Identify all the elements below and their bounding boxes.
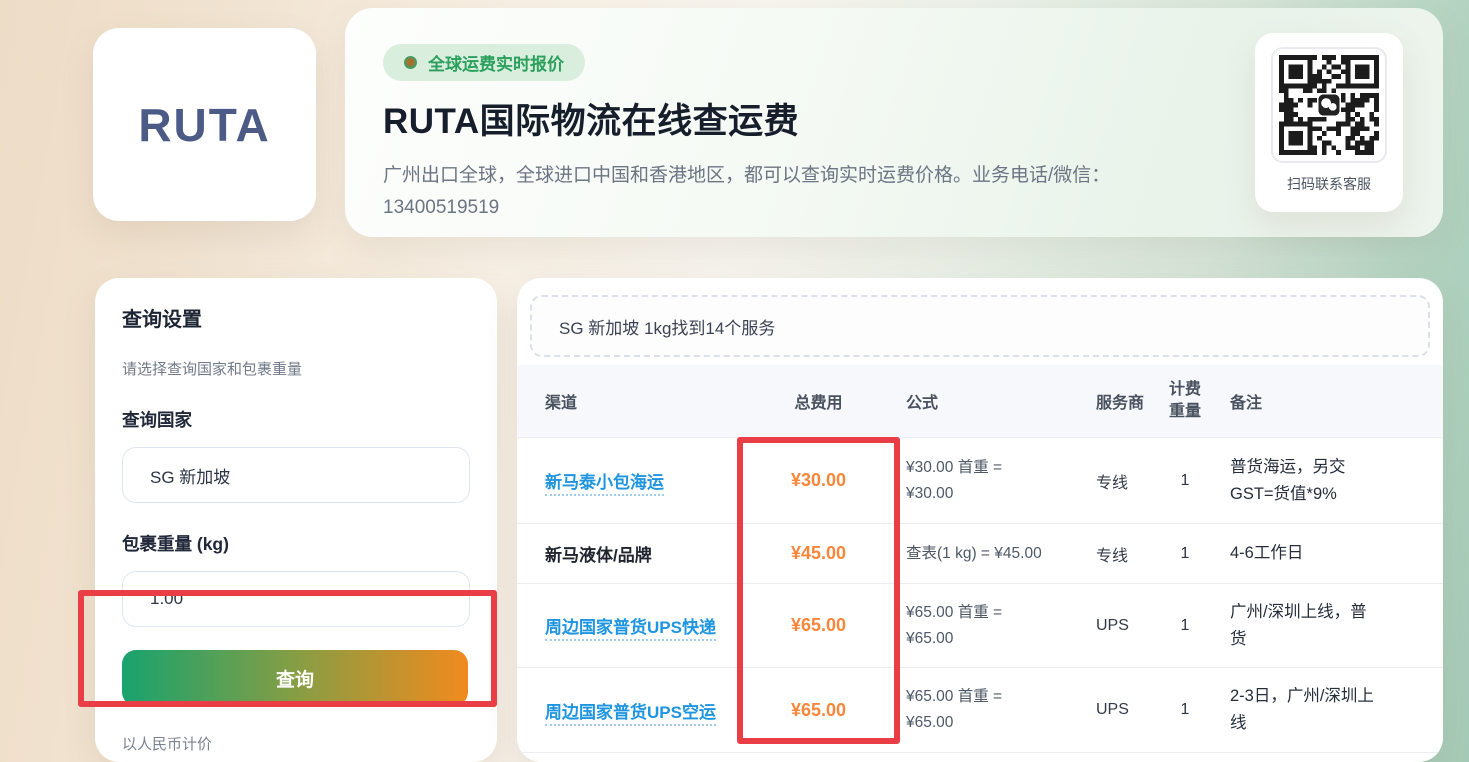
table-header: 渠道 总费用 公式 服务商 计费 重量 备注 [517,365,1443,437]
header-cell-channel: 渠道 [545,389,737,413]
weight-cell: 1 [1156,543,1214,565]
qr-code [1271,47,1387,163]
query-button[interactable]: 查询 [122,650,468,706]
page-title: RUTA国际物流在线查运费 [383,93,1405,144]
ruta-logo: RUTA [138,98,270,152]
header-cell-formula: 公式 [906,389,1086,413]
provider-cell: UPS [1096,701,1156,719]
qr-caption: 扫码联系客服 [1271,174,1387,194]
weight-cell: 1 [1156,470,1214,492]
header-cell-note: 备注 [1230,389,1415,413]
currency-note: 以人民币计价 [122,733,470,754]
wechat-icon [1319,95,1340,116]
formula-cell: ¥65.00 首重 = ¥65.00 [906,600,1086,652]
header-cell-provider: 服务商 [1096,389,1156,413]
qr-card: 扫码联系客服 [1255,33,1403,212]
status-dot-icon [404,56,417,69]
price-cell: ¥30.00 [791,470,846,490]
price-cell: ¥65.00 [791,700,846,720]
country-label: 查询国家 [122,407,470,432]
weight-label: 包裹重量 (kg) [122,531,470,556]
provider-cell: 专线 [1096,469,1156,493]
table-row: 周边国家普货UPS空运 ¥65.00 ¥65.00 首重 = ¥65.00 UP… [517,667,1443,753]
formula-cell: ¥65.00 首重 = ¥65.00 [906,684,1086,736]
weight-input-wrap [122,571,470,627]
formula-cell: ¥30.00 首重 = ¥30.00 [906,455,1086,507]
note-cell: 普货海运，另交 GST=货值*9% [1230,454,1415,508]
channel-link[interactable]: 周边国家普货UPS快递 [545,618,716,641]
note-cell: 4-6工作日 [1230,540,1415,567]
price-cell: ¥65.00 [791,615,846,635]
panel-title: 查询设置 [122,303,470,332]
weight-input[interactable] [150,589,430,609]
results-panel: SG 新加坡 1kg找到14个服务 渠道 总费用 公式 服务商 计费 重量 备注… [517,278,1443,762]
formula-cell: 查表(1 kg) = ¥45.00 [906,541,1086,567]
country-select-value: SG 新加坡 [150,463,230,488]
note-cell: 2-3日，广州/深圳上 线 [1230,683,1415,737]
header-cell-weight: 计费 重量 [1156,379,1214,423]
country-select[interactable]: SG 新加坡 [122,447,470,503]
panel-subtitle: 请选择查询国家和包裹重量 [122,358,470,379]
logo-card: RUTA [93,28,316,221]
page-subtitle: 广州出口全球，全球进口中国和香港地区，都可以查询实时运费价格。业务电话/微信： … [383,160,1383,224]
page-background: RUTA 全球运费实时报价 RUTA国际物流在线查运费 广州出口全球，全球进口中… [0,0,1469,762]
provider-cell: 专线 [1096,542,1156,566]
table-row: 周边国家普货UPS快递 ¥65.00 ¥65.00 首重 = ¥65.00 UP… [517,583,1443,667]
header-cell-total: 总费用 [737,389,900,413]
channel-link[interactable]: 新马泰小包海运 [545,473,664,496]
note-cell: 广州/深圳上线，普 货 [1230,599,1415,653]
table-row: 新马泰小包海运 ¥30.00 ¥30.00 首重 = ¥30.00 专线 1 普… [517,437,1443,523]
channel-link[interactable]: 周边国家普货UPS空运 [545,703,716,726]
badge-label: 全球运费实时报价 [428,50,564,75]
table-row: 新马液体/品牌 ¥45.00 查表(1 kg) = ¥45.00 专线 1 4-… [517,523,1443,583]
query-settings-panel: 查询设置 请选择查询国家和包裹重量 查询国家 SG 新加坡 包裹重量 (kg) … [95,278,497,762]
price-cell: ¥45.00 [791,543,846,563]
live-quote-badge: 全球运费实时报价 [383,44,585,81]
weight-cell: 1 [1156,615,1214,637]
channel-text: 新马液体/品牌 [545,546,652,565]
results-summary: SG 新加坡 1kg找到14个服务 [530,295,1430,357]
provider-cell: UPS [1096,617,1156,635]
weight-cell: 1 [1156,699,1214,721]
